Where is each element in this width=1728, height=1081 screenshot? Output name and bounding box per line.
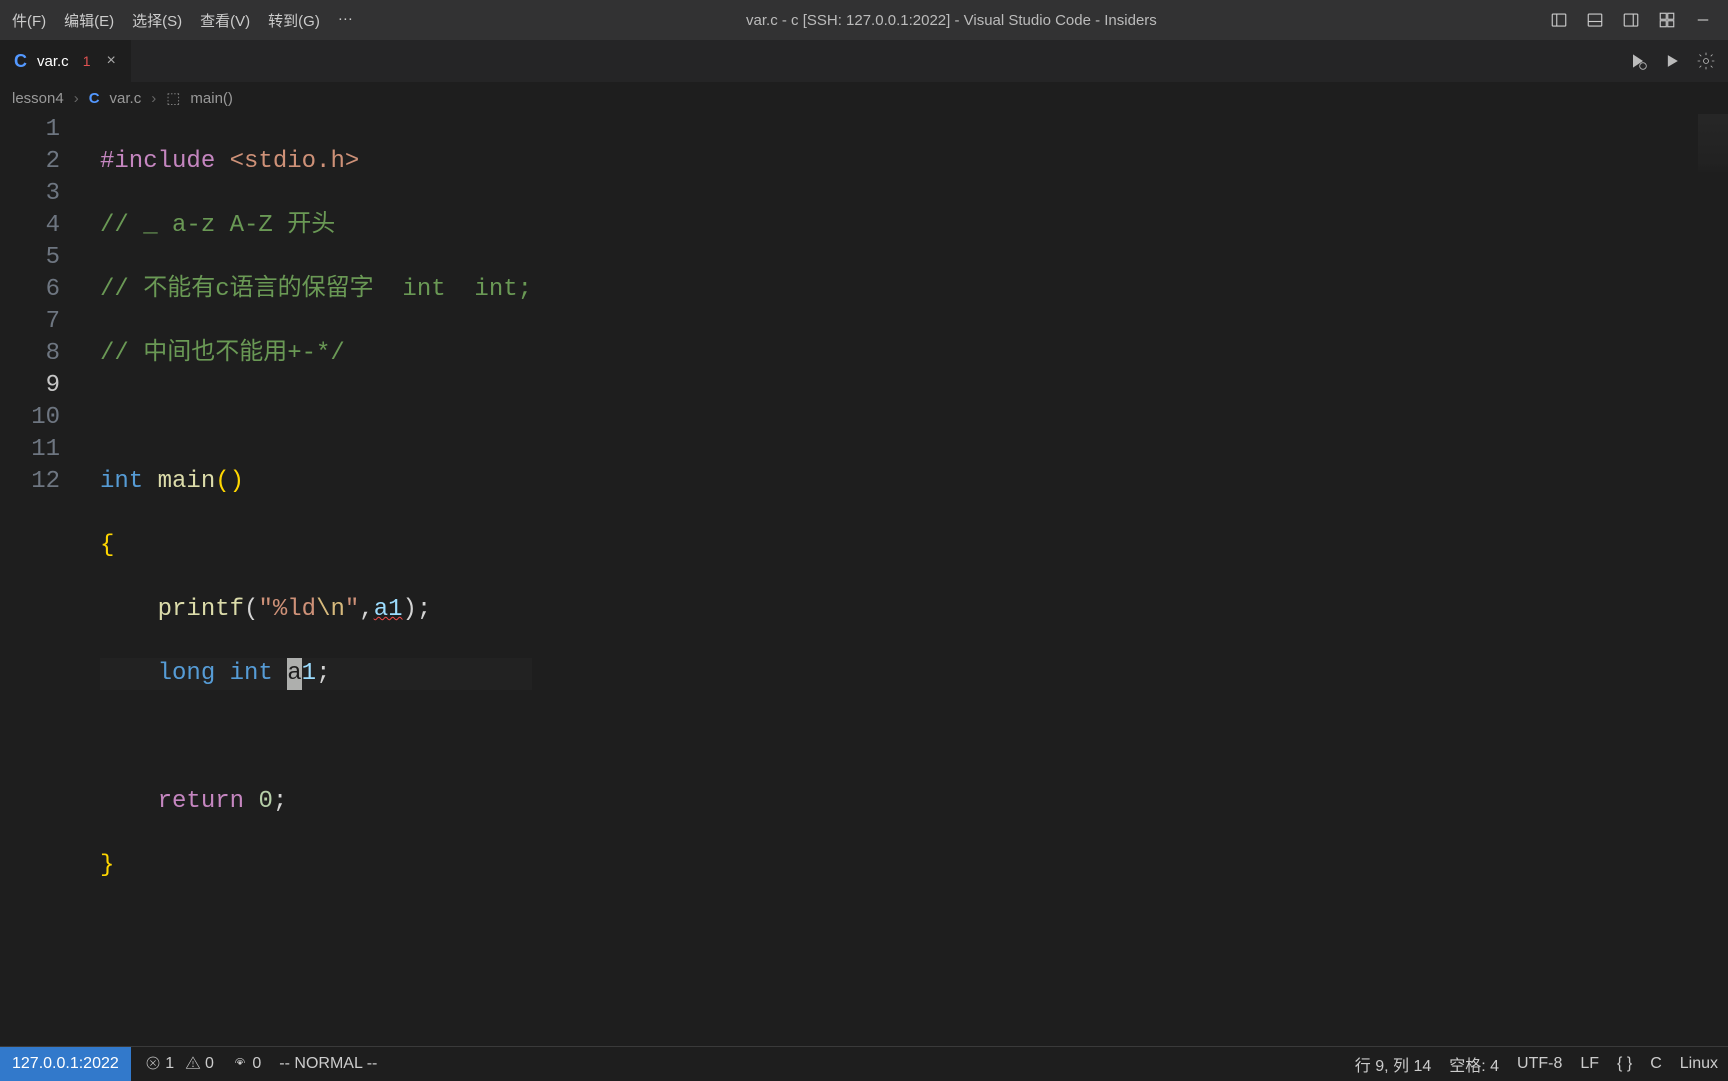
line-number: 6: [0, 274, 60, 306]
menubar: 件(F) 编辑(E) 选择(S) 查看(V) 转到(G) ···: [8, 10, 353, 31]
layout-sidebar-left-icon[interactable]: [1550, 11, 1568, 29]
line-number: 10: [0, 402, 60, 434]
line-number: 2: [0, 146, 60, 178]
tab-filename: var.c: [37, 53, 69, 70]
token: ;: [273, 788, 287, 815]
menu-view[interactable]: 查看(V): [200, 10, 250, 31]
error-token: a1: [374, 596, 403, 623]
warning-count: 0: [205, 1055, 214, 1072]
token: main: [158, 468, 216, 495]
line-number: 9: [0, 370, 60, 402]
window-title: var.c - c [SSH: 127.0.0.1:2022] - Visual…: [353, 12, 1550, 29]
breadcrumb-sep-icon: ›: [74, 90, 79, 107]
bracket-pair[interactable]: { }: [1617, 1055, 1632, 1073]
line-gutter: 1 2 3 4 5 6 7 8 9 10 11 12: [0, 114, 80, 1046]
editor-actions: [1628, 51, 1728, 71]
token: ": [345, 596, 359, 623]
line-number: 5: [0, 242, 60, 274]
run-config-icon[interactable]: [1628, 51, 1648, 71]
ports-count: 0: [252, 1055, 261, 1072]
minimize-icon[interactable]: [1694, 11, 1712, 29]
token: (): [215, 468, 244, 495]
menu-go[interactable]: 转到(G): [268, 10, 320, 31]
token: {: [100, 532, 114, 559]
token: // 中间也不能用+-*/: [100, 340, 345, 367]
error-count: 1: [165, 1055, 174, 1072]
menu-select[interactable]: 选择(S): [132, 10, 182, 31]
settings-gear-icon[interactable]: [1696, 51, 1716, 71]
breadcrumb-symbol[interactable]: main(): [190, 90, 233, 107]
language-mode[interactable]: C: [1650, 1055, 1662, 1073]
line-number: 1: [0, 114, 60, 146]
line-number: 4: [0, 210, 60, 242]
indentation[interactable]: 空格: 4: [1449, 1052, 1499, 1076]
token: printf: [158, 596, 244, 623]
token: <stdio.h>: [230, 148, 360, 175]
error-icon: [145, 1055, 161, 1071]
line-number: 7: [0, 306, 60, 338]
tab-error-badge: 1: [83, 53, 91, 69]
remote-host-badge[interactable]: 127.0.0.1:2022: [0, 1047, 131, 1081]
breadcrumb-file[interactable]: var.c: [110, 90, 142, 107]
tab-var-c[interactable]: C var.c 1 ×: [0, 40, 131, 82]
statusbar: 127.0.0.1:2022 1 0 0 -- NORMAL -- 行 9, 列…: [0, 1046, 1728, 1080]
token: return: [158, 788, 244, 815]
tabbar: C var.c 1 ×: [0, 40, 1728, 82]
token: \n: [316, 596, 345, 623]
token: }: [100, 852, 114, 879]
menu-more[interactable]: ···: [338, 10, 353, 31]
symbol-function-icon: ⬚: [166, 89, 180, 107]
problems-errors[interactable]: 1 0: [145, 1055, 214, 1073]
breadcrumb-sep-icon: ›: [151, 90, 156, 107]
token: #include: [100, 148, 215, 175]
vim-mode: -- NORMAL --: [279, 1055, 377, 1073]
token: 0: [258, 788, 272, 815]
c-lang-icon: C: [89, 90, 100, 107]
token: ": [258, 596, 272, 623]
token: int: [100, 468, 143, 495]
minimap[interactable]: [1698, 114, 1728, 214]
breadcrumb[interactable]: lesson4 › C var.c › ⬚ main(): [0, 82, 1728, 114]
line-number: 11: [0, 434, 60, 466]
token: );: [403, 596, 432, 623]
token: 1: [302, 660, 316, 687]
token: %ld: [273, 596, 316, 623]
layout-customize-icon[interactable]: [1658, 11, 1676, 29]
radio-icon: [232, 1055, 248, 1071]
token: // 不能有c语言的保留字 int int;: [100, 276, 532, 303]
code-area[interactable]: #include <stdio.h> // _ a-z A-Z 开头 // 不能…: [80, 114, 532, 1046]
line-number: 12: [0, 466, 60, 498]
warning-icon: [185, 1055, 201, 1071]
os-indicator[interactable]: Linux: [1680, 1055, 1718, 1073]
line-number: 3: [0, 178, 60, 210]
layout-panel-icon[interactable]: [1586, 11, 1604, 29]
encoding[interactable]: UTF-8: [1517, 1055, 1562, 1073]
layout-sidebar-right-icon[interactable]: [1622, 11, 1640, 29]
window-controls: [1550, 11, 1720, 29]
editor[interactable]: 1 2 3 4 5 6 7 8 9 10 11 12 #include <std…: [0, 114, 1728, 1046]
c-lang-icon: C: [14, 51, 27, 72]
token: long: [158, 660, 216, 687]
titlebar: 件(F) 编辑(E) 选择(S) 查看(V) 转到(G) ··· var.c -…: [0, 0, 1728, 40]
token: ;: [316, 660, 330, 687]
ports-indicator[interactable]: 0: [232, 1055, 261, 1073]
cursor-block: a: [287, 658, 301, 690]
line-number: 8: [0, 338, 60, 370]
token: (: [244, 596, 258, 623]
token: // _ a-z A-Z 开头: [100, 212, 335, 239]
token: ,: [359, 596, 373, 623]
menu-edit[interactable]: 编辑(E): [64, 10, 114, 31]
breadcrumb-folder[interactable]: lesson4: [12, 90, 64, 107]
menu-file[interactable]: 件(F): [12, 10, 46, 31]
eol[interactable]: LF: [1580, 1055, 1599, 1073]
cursor-position[interactable]: 行 9, 列 14: [1355, 1052, 1431, 1076]
tab-close-icon[interactable]: ×: [106, 52, 115, 70]
token: int: [230, 660, 273, 687]
run-icon[interactable]: [1662, 51, 1682, 71]
